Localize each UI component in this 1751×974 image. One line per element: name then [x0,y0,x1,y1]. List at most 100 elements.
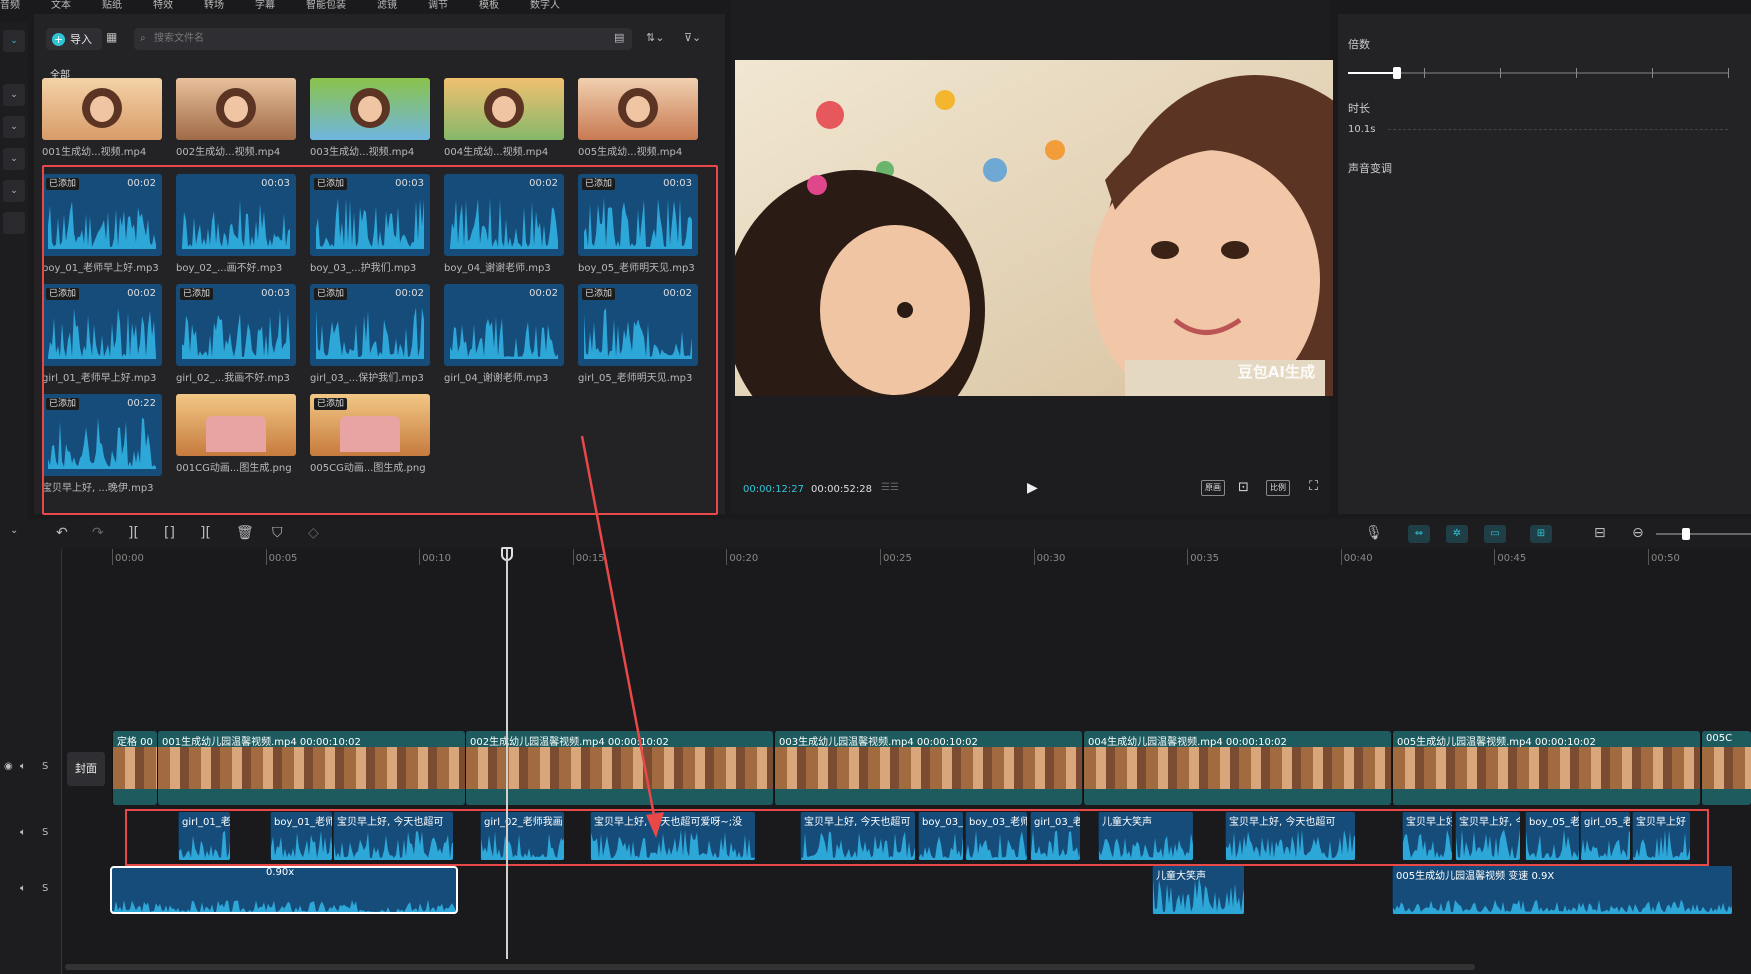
rail-btn-1[interactable]: ⌄ [3,30,25,52]
zoom-slider[interactable] [1656,528,1751,540]
timeline-scrollbar[interactable] [65,964,1475,970]
audio-card[interactable]: 已添加 00:02 girl_03_...保护我们.mp3 [310,284,430,384]
rail-btn-4[interactable]: ⌄ [3,148,25,170]
video-clip[interactable]: 001生成幼儿园温馨视频.mp4 00:00:10:02 [157,731,465,805]
link-button[interactable]: ⇔ [1408,525,1430,543]
menu-item[interactable]: 转场 [204,0,224,14]
audio-clip[interactable]: 005生成幼儿园温馨视频 变速 0.9X [1392,866,1732,914]
solo-toggle[interactable]: S [42,827,48,838]
original-button[interactable]: 原画 [1201,480,1225,496]
list-icon[interactable]: ☰☰ [881,482,899,493]
audio-card[interactable]: 00:02 girl_04_谢谢老师.mp3 [444,284,564,384]
shield-icon[interactable]: ⛉ [272,525,283,541]
menu-item[interactable]: 音频 [0,0,20,14]
audio-clip[interactable]: girl_02_老师我画 [480,812,564,860]
video-card[interactable]: 002生成幼...视频.mp4 [176,78,296,158]
audio-clip[interactable]: 宝贝早上好, 今天也超可爱呀~;没 [590,812,755,860]
delete-icon[interactable]: 🗑 [236,525,254,541]
audio-clip[interactable]: boy_03_老师 [965,812,1027,860]
filter-icon[interactable]: ⊽⌄ [684,31,701,44]
video-clip[interactable]: 005C [1701,731,1751,805]
audio-clip[interactable]: 宝贝早上好 [1402,812,1452,860]
audio-card[interactable]: 00:02 boy_04_谢谢老师.mp3 [444,174,564,274]
menu-item[interactable]: 文本 [51,0,71,14]
split-icon[interactable]: ][ [128,525,139,541]
rail-btn-6[interactable] [3,212,25,234]
split-left-icon[interactable]: [] [164,525,175,541]
rail-btn-3[interactable]: ⌄ [3,116,25,138]
video-card[interactable]: 003生成幼...视频.mp4 [310,78,430,158]
audio-card[interactable]: 已添加 00:22 宝贝早上好, ...晚伊.mp3 [42,394,162,494]
grid-view-icon[interactable]: ▦ [106,30,117,44]
timeline-ruler[interactable]: 00:00 00:05 00:10 00:15 00:20 00:25 00:30 00:35… [62,549,1751,569]
redo-icon[interactable]: ↷ [92,525,104,541]
audio-clip[interactable]: girl_03_老 [1030,812,1080,860]
ratio-button[interactable]: 比例 [1266,480,1290,496]
menu-item[interactable]: 贴纸 [102,0,122,14]
rail-btn-2[interactable]: ⌄ [3,84,25,106]
audio-clip[interactable]: 宝贝早上好, 今天也超可 [1225,812,1355,860]
video-card[interactable]: 005生成幼...视频.mp4 [578,78,698,158]
audio-card[interactable]: 已添加 00:03 boy_03_...护我们.mp3 [310,174,430,274]
solo-toggle[interactable]: S [42,883,48,894]
layout-icon[interactable]: ▤ [614,31,624,44]
audio-clip[interactable]: 宝贝早上好, 今天也超可 [800,812,915,860]
lock-icon[interactable]: ◉ [4,761,13,772]
solo-toggle[interactable]: S [42,761,48,772]
linkage-button[interactable]: ⊞ [1530,525,1552,543]
zoom-slider-knob[interactable] [1682,528,1690,540]
audio-clip[interactable]: girl_01_老 [178,812,230,860]
zoom-out-icon[interactable]: ⊖ [1632,525,1644,541]
audio-card[interactable]: 已添加 00:03 girl_02_...我画不好.mp3 [176,284,296,384]
video-clip[interactable]: 定格 00 [112,731,157,805]
audio-card[interactable]: 已添加 00:02 boy_01_老师早上好.mp3 [42,174,162,274]
audio-clip[interactable]: boy_01_老师 [270,812,332,860]
fullscreen-icon[interactable]: ⛶ [1309,479,1318,494]
menu-item[interactable]: 数字人 [530,0,560,14]
snap-button[interactable]: ✲ [1446,525,1468,543]
screenshot-icon[interactable]: ⊡ [1238,480,1249,495]
chevron-down-icon[interactable]: ⌄ [10,525,18,536]
rail-btn-5[interactable]: ⌄ [3,180,25,202]
play-icon[interactable]: ▶ [1027,480,1038,496]
audio-clip[interactable]: 宝贝早上好 [1632,812,1690,860]
caption-icon[interactable]: ⊟ [1594,525,1606,541]
audio-card[interactable]: 已添加 00:03 boy_05_老师明天见.mp3 [578,174,698,274]
volume-icon[interactable]: 🔈︎ [20,827,26,838]
audio-clip[interactable]: 儿童大笑声 [1152,866,1244,914]
video-clip[interactable]: 003生成幼儿园温馨视频.mp4 00:00:10:02 [774,731,1082,805]
volume-icon[interactable]: 🔈︎ [20,761,26,772]
audio-clip[interactable]: 儿童大笑声 [1098,812,1193,860]
menu-item[interactable]: 模板 [479,0,499,14]
audio-clip[interactable]: 宝贝早上好, 今天也超可 [333,812,453,860]
menu-item[interactable]: 字幕 [255,0,275,14]
image-card[interactable]: 已添加 005CG动画...图生成.png [310,394,430,474]
video-card[interactable]: 004生成幼...视频.mp4 [444,78,564,158]
speed-slider[interactable] [1348,67,1729,79]
audio-card[interactable]: 已添加 00:02 girl_05_老师明天见.mp3 [578,284,698,384]
speed-slider-knob[interactable] [1393,67,1402,79]
volume-icon[interactable]: 🔈︎ [20,883,26,894]
video-clip[interactable]: 005生成幼儿园温馨视频.mp4 00:00:10:02 [1392,731,1700,805]
audio-card[interactable]: 已添加 00:02 girl_01_老师早上好.mp3 [42,284,162,384]
sort-icon[interactable]: ⇅⌄ [646,31,664,44]
menu-item[interactable]: 调节 [428,0,448,14]
playhead[interactable] [506,549,508,959]
search-input[interactable]: ⌕ 搜索文件名 [134,28,632,50]
audio-clip[interactable]: girl_05_老 [1580,812,1630,860]
audio-clip[interactable]: 宝贝早上好, 今 [1455,812,1520,860]
menu-item[interactable]: 特效 [153,0,173,14]
undo-icon[interactable]: ↶ [56,525,68,541]
audio-clip[interactable]: boy_05_老 [1525,812,1579,860]
video-card[interactable]: 001生成幼...视频.mp4 [42,78,162,158]
mic-icon[interactable]: 🎙 [1365,525,1383,541]
preview-axis-button[interactable]: ▭ [1484,525,1506,543]
menu-item[interactable]: 智能包装 [306,0,346,14]
split-right-icon[interactable]: ][ [200,525,211,541]
audio-clip[interactable]: boy_03_老 [918,812,963,860]
menu-item[interactable]: 滤镜 [377,0,397,14]
audio-card[interactable]: 00:03 boy_02_...画不好.mp3 [176,174,296,274]
marker-icon[interactable]: ◇ [308,525,319,541]
image-card[interactable]: 001CG动画...图生成.png [176,394,296,474]
import-button[interactable]: + 导入 [46,28,102,50]
